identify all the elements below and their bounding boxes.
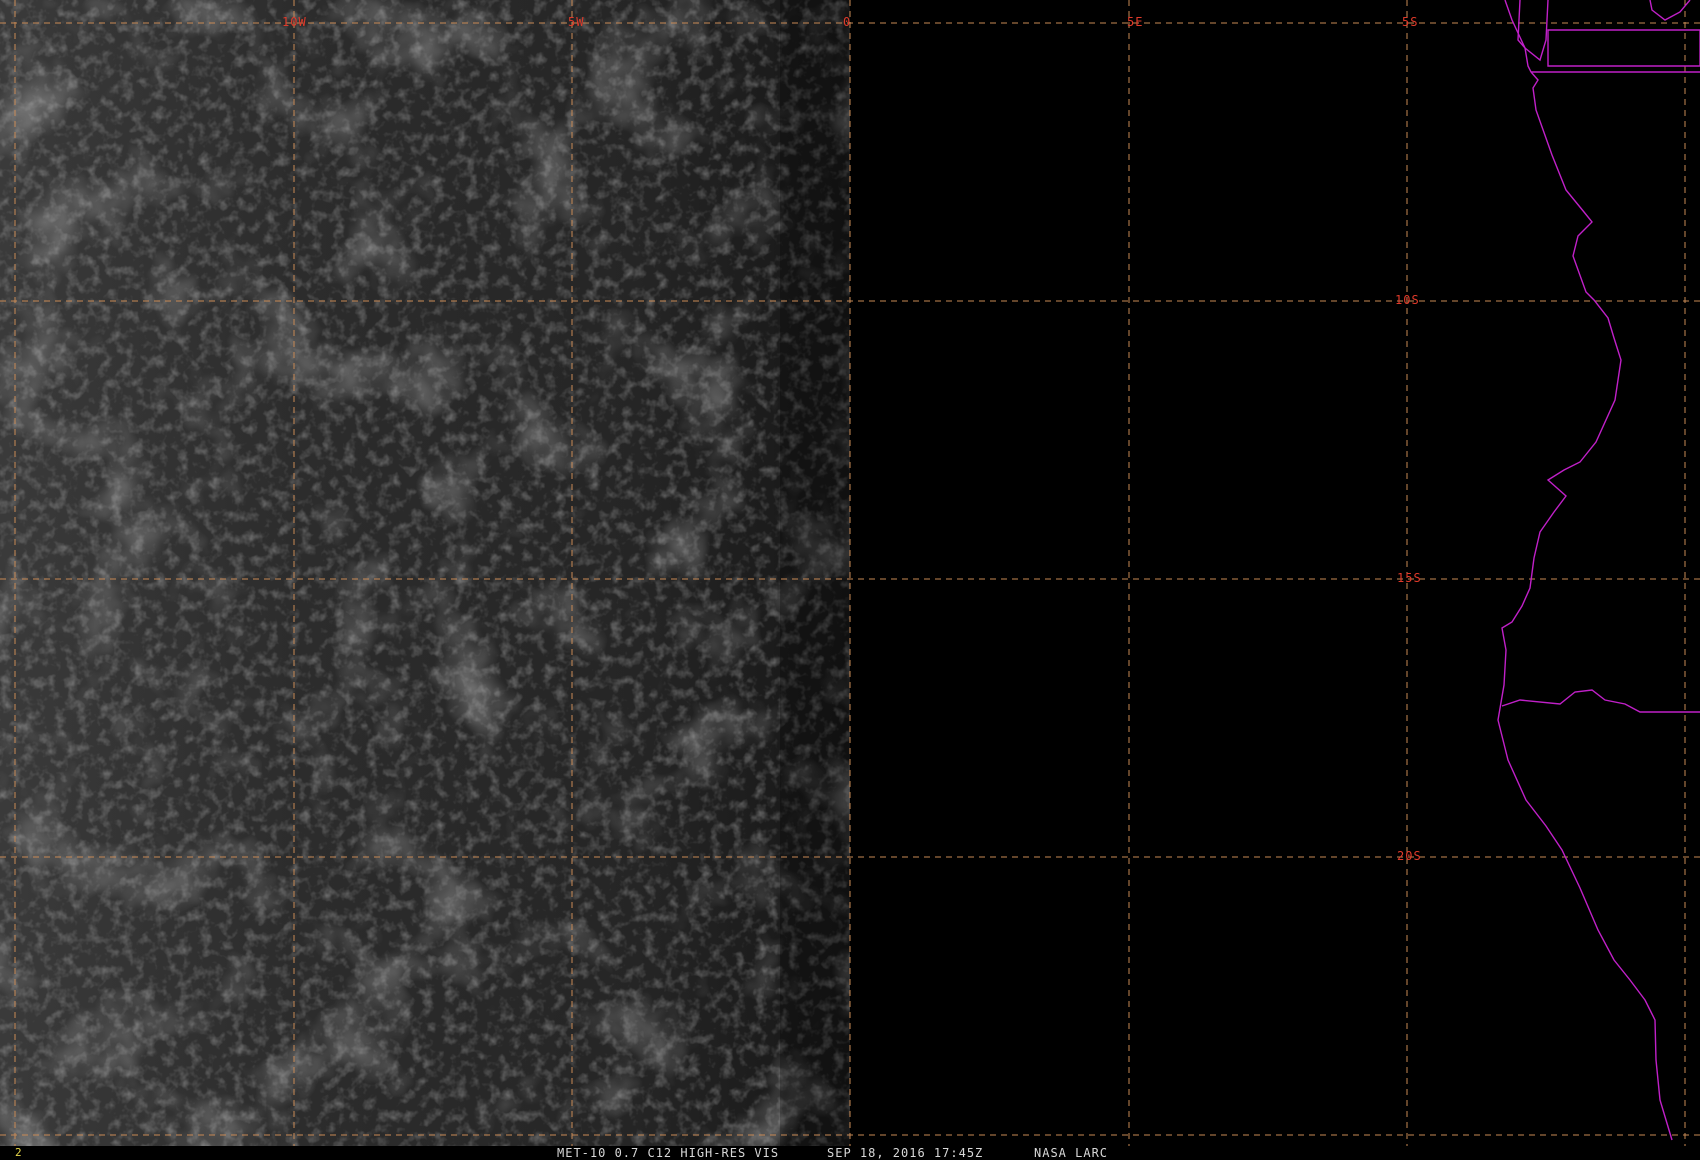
frame-number: 2 — [15, 1146, 22, 1159]
credit-caption: NASA LARC — [1034, 1146, 1109, 1160]
lat-label-20s: 20S — [1397, 849, 1422, 863]
timestamp-caption: SEP 18, 2016 17:45Z — [827, 1146, 984, 1160]
lat-label-15s: 15S — [1397, 571, 1422, 585]
lat-label-10s: 10S — [1395, 293, 1420, 307]
cloud-field — [0, 0, 850, 1146]
lon-label-10w: 10W — [282, 15, 307, 29]
lon-label-5e: 5E — [1127, 15, 1143, 29]
lon-label-0: 0 — [843, 15, 851, 29]
satellite-image-viewer[interactable]: 10W 5W 0 5E 5S 10S 15S 20S 2 MET-10 0.7 … — [0, 0, 1700, 1160]
lon-label-5w: 5W — [568, 15, 584, 29]
product-caption: MET-10 0.7 C12 HIGH-RES VIS — [557, 1146, 780, 1160]
satellite-map: 10W 5W 0 5E 5S 10S 15S 20S — [0, 0, 1700, 1146]
lat-label-5s: 5S — [1402, 15, 1418, 29]
